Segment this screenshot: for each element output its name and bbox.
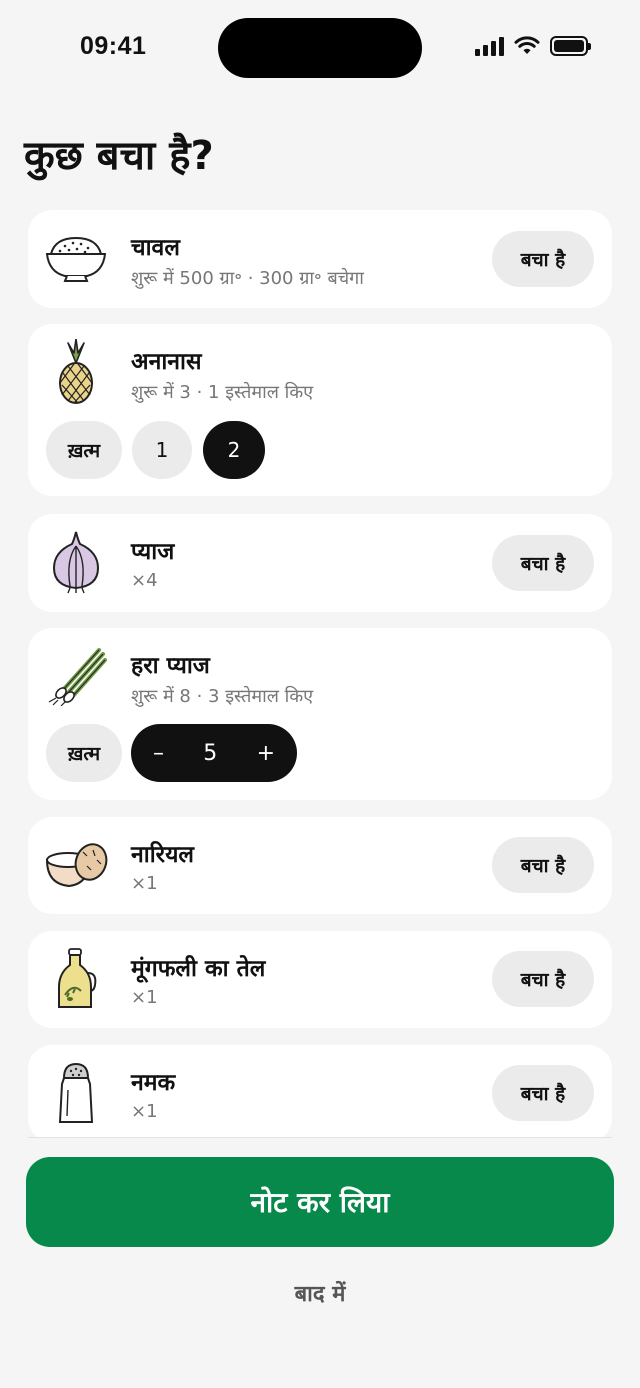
divider (28, 1137, 612, 1138)
item-detail: ×1 (131, 987, 158, 1008)
item-name: नारियल (131, 842, 195, 868)
leftover-list[interactable]: चावल शुरू में 500 ग्रा॰ · 300 ग्रा॰ बचेग… (28, 210, 612, 1138)
onion-icon (42, 528, 110, 596)
leftover-button[interactable]: बचा है (492, 837, 594, 893)
stepper-value: 5 (203, 740, 218, 766)
quantity-stepper: – 5 + (131, 724, 297, 782)
later-button[interactable]: बाद में (0, 1278, 640, 1308)
dynamic-island (218, 18, 422, 78)
oil-bottle-icon (42, 945, 110, 1013)
list-item-pineapple: अनानास शुरू में 3 · 1 इस्तेमाल किए ख़त्म… (28, 324, 612, 496)
item-name: नमक (131, 1070, 176, 1096)
status-time: 09:41 (80, 32, 147, 60)
item-name: हरा प्याज (131, 653, 210, 679)
item-name: प्याज (131, 539, 175, 565)
list-item-salt: नमक ×1 बचा है (28, 1045, 612, 1138)
battery-icon (550, 36, 591, 56)
list-item-green-onion: हरा प्याज शुरू में 8 · 3 इस्तेमाल किए ख़… (28, 628, 612, 800)
status-bar: 09:41 (0, 0, 640, 96)
noted-button[interactable]: नोट कर लिया (26, 1157, 614, 1247)
list-item-coconut: नारियल ×1 बचा है (28, 817, 612, 914)
leftover-button[interactable]: बचा है (492, 951, 594, 1007)
quantity-option-2[interactable]: 2 (203, 421, 265, 479)
green-onion-icon (42, 642, 110, 710)
status-icons (475, 36, 591, 56)
leftover-button[interactable]: बचा है (492, 231, 594, 287)
item-name: चावल (131, 235, 180, 261)
coconut-icon (42, 831, 110, 899)
increment-button[interactable]: + (257, 741, 275, 766)
pineapple-icon (42, 338, 110, 406)
item-detail: शुरू में 500 ग्रा॰ · 300 ग्रा॰ बचेगा (131, 268, 364, 289)
rice-bowl-icon (42, 224, 110, 292)
leftover-button[interactable]: बचा है (492, 535, 594, 591)
quantity-option-1[interactable]: 1 (132, 421, 192, 479)
item-name: मूंगफली का तेल (131, 956, 266, 982)
page-title: कुछ बचा है? (24, 133, 214, 179)
finished-button[interactable]: ख़त्म (46, 724, 122, 782)
leftover-button[interactable]: बचा है (492, 1065, 594, 1121)
list-item-rice: चावल शुरू में 500 ग्रा॰ · 300 ग्रा॰ बचेग… (28, 210, 612, 308)
finished-button[interactable]: ख़त्म (46, 421, 122, 479)
decrement-button[interactable]: – (153, 741, 164, 766)
salt-shaker-icon (42, 1059, 110, 1127)
item-detail: ×1 (131, 1101, 158, 1122)
item-detail: ×1 (131, 873, 158, 894)
cellular-signal-icon (475, 36, 504, 56)
list-item-onion: प्याज ×4 बचा है (28, 514, 612, 612)
item-detail: शुरू में 3 · 1 इस्तेमाल किए (131, 382, 314, 403)
item-detail: शुरू में 8 · 3 इस्तेमाल किए (131, 686, 314, 707)
list-item-peanut-oil: मूंगफली का तेल ×1 बचा है (28, 931, 612, 1028)
item-detail: ×4 (131, 570, 158, 591)
item-name: अनानास (131, 349, 202, 375)
wifi-icon (514, 36, 540, 54)
